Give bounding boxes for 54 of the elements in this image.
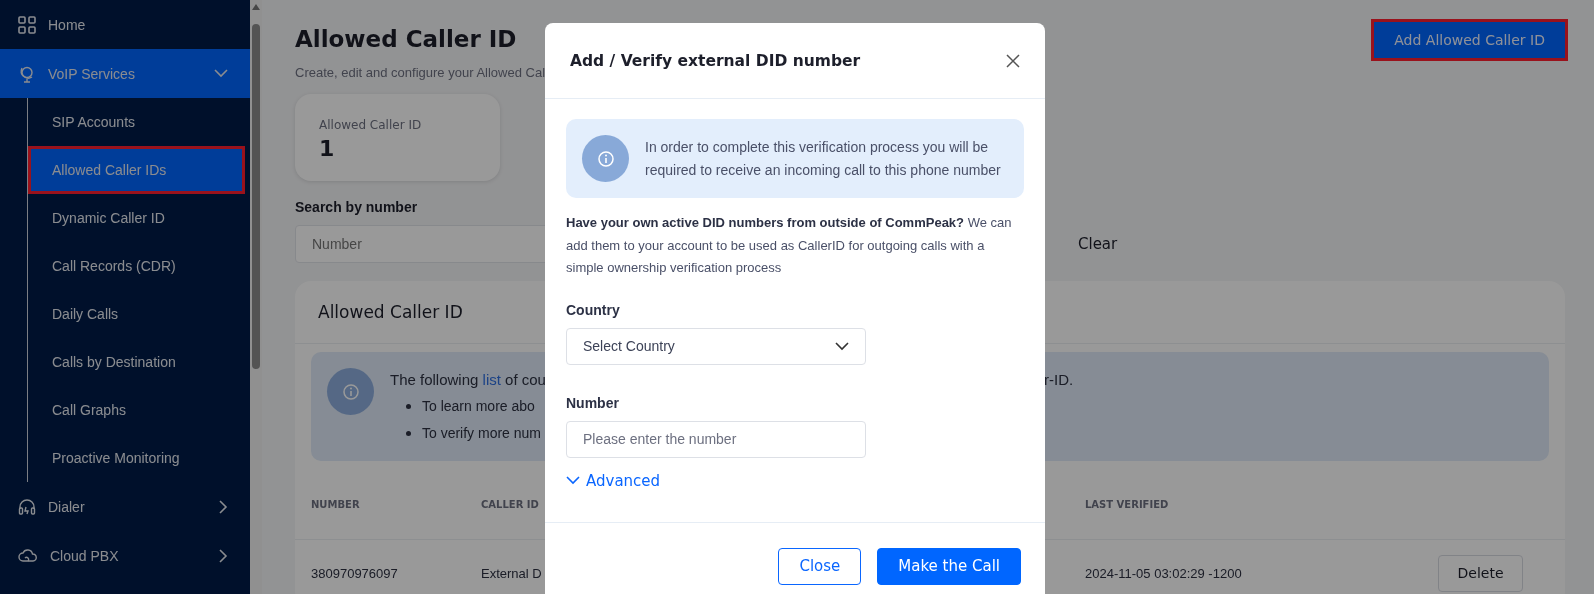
sidebar-subitem[interactable]: Daily Calls	[28, 290, 250, 338]
info-icon	[342, 383, 359, 400]
list-link[interactable]: list	[482, 371, 501, 388]
stat-value: 1	[319, 136, 336, 161]
sidebar-subitem[interactable]: SIP Accounts	[28, 98, 250, 146]
sidebar-subitem[interactable]: Proactive Monitoring	[28, 434, 250, 482]
close-icon[interactable]	[1005, 52, 1021, 69]
chevron-icon	[219, 548, 228, 563]
sidebar-subitem[interactable]: Calls by Destination	[28, 338, 250, 386]
sidebar-item[interactable]: Cloud PBX	[0, 531, 250, 580]
sidebar-subitem[interactable]: Dynamic Caller ID	[28, 194, 250, 242]
sidebar-item[interactable]: Dialer	[0, 482, 250, 531]
clear-button[interactable]: Clear	[1078, 235, 1118, 253]
grid-icon	[18, 15, 36, 34]
search-label: Search by number	[295, 199, 419, 215]
info-icon	[597, 150, 614, 167]
sidebar-item[interactable]: VoIP Services	[0, 49, 250, 98]
chevron-icon	[214, 69, 228, 78]
country-select[interactable]: Select Country	[566, 327, 866, 365]
add-caller-id-button[interactable]: Add Allowed Caller ID	[1374, 22, 1565, 58]
page-title: Allowed Caller ID	[295, 25, 518, 54]
sidebar-subitem[interactable]: Call Graphs	[28, 386, 250, 434]
call-button[interactable]: Make the Call	[877, 547, 1021, 585]
advanced-toggle[interactable]: Advanced	[566, 471, 661, 490]
stat-label: Allowed Caller ID	[319, 118, 423, 132]
field-label: Country	[566, 301, 621, 318]
sidebar-subitem[interactable]: Call Records (CDR)	[28, 242, 250, 290]
page-subtitle: Create, edit and configure your Allowed Cal	[295, 65, 546, 80]
globe-icon	[18, 64, 36, 83]
sidebar-subitem[interactable]: Allowed Caller IDs	[28, 146, 245, 194]
table-cell-text: 380970976097	[311, 565, 399, 581]
column-header: CALLER ID	[481, 498, 540, 510]
headset-icon	[18, 497, 36, 516]
scroll-up-icon[interactable]	[252, 4, 260, 10]
bullet-icon	[406, 431, 411, 436]
notice-bullet: To learn more abo	[422, 397, 535, 416]
table-cell-text: 2024-11-05 03:02:29 -1200	[1085, 565, 1243, 581]
caret-icon	[835, 341, 849, 351]
sidebar-item[interactable]: Home	[0, 0, 250, 49]
column-header: NUMBER	[311, 498, 361, 510]
notice-bullet: To verify more num	[422, 424, 542, 443]
dialog-title: Add / Verify external DID number	[570, 51, 861, 70]
column-header: LAST VERIFIED	[1085, 498, 1170, 510]
info-text: In order to complete this verification process you will be required to receive an incoming call to this phone number	[645, 137, 1002, 180]
bullet-icon	[406, 404, 411, 409]
close-button[interactable]: Close	[778, 547, 862, 585]
chevron-icon	[219, 499, 228, 514]
scrollbar[interactable]	[250, 0, 262, 594]
delete-button[interactable]: Delete	[1438, 554, 1523, 592]
number-field[interactable]: Please enter the number	[566, 420, 866, 458]
cloud-icon	[18, 546, 38, 565]
field-label: Number	[566, 394, 620, 411]
notice-text: r-ID.	[1044, 370, 1074, 390]
chevron-icon	[566, 476, 580, 485]
